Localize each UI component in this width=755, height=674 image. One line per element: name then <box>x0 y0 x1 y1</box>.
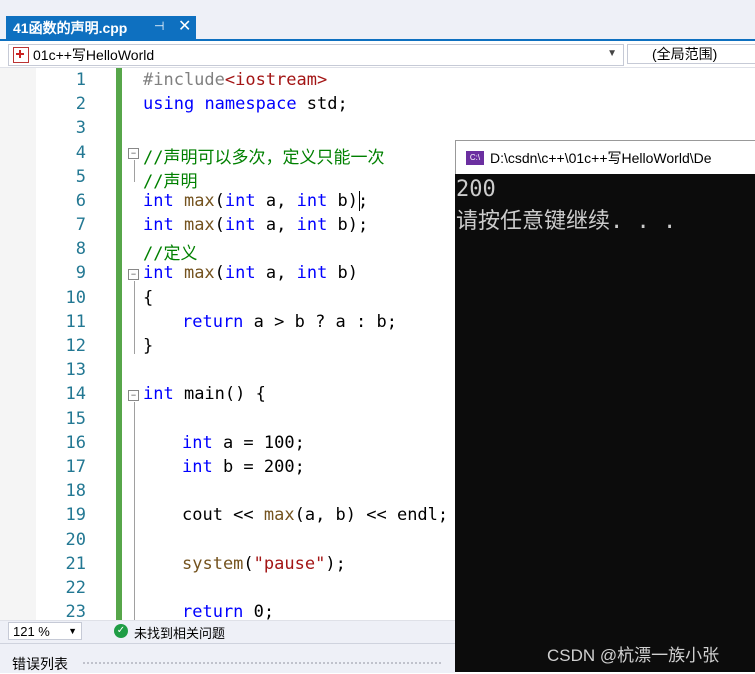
line-number: 8 <box>75 239 86 259</box>
code-line-23: return 0; <box>182 602 275 620</box>
issues-status[interactable]: 未找到相关问题 <box>134 623 225 642</box>
line-number: 3 <box>75 118 86 138</box>
code-line-1: #include<iostream> <box>143 70 328 90</box>
watermark: CSDN @杭漂一族小张 <box>547 646 720 665</box>
line-number: 18 <box>65 481 86 501</box>
pin-icon[interactable]: ⊣ <box>154 19 164 33</box>
chevron-down-icon[interactable]: ▼ <box>607 48 617 59</box>
line-number: 20 <box>65 530 86 550</box>
line-number: 21 <box>65 554 86 574</box>
line-number: 11 <box>65 312 86 332</box>
tab-title: 41函数的声明.cpp <box>13 19 128 36</box>
line-number: 19 <box>65 505 86 525</box>
console-title-bar[interactable]: C:\ D:\csdn\c++\01c++写HelloWorld\De <box>455 140 755 174</box>
collapse-icon[interactable]: − <box>128 269 139 280</box>
line-number: 6 <box>75 191 86 211</box>
error-list-title[interactable]: 错误列表 <box>12 654 68 674</box>
line-number: 13 <box>65 360 86 380</box>
checkmark-icon: ✓ <box>114 624 128 638</box>
line-number: 5 <box>75 167 86 187</box>
document-tab[interactable]: 41函数的声明.cpp ⊣ ✕ <box>6 16 196 39</box>
console-app-icon: C:\ <box>466 150 484 165</box>
code-line-14: int main() { <box>143 384 266 404</box>
code-line-10: { <box>143 288 154 308</box>
scope-dropdown[interactable]: (全局范围) <box>627 44 755 64</box>
console-output-line: 200 <box>456 177 496 202</box>
code-line-12: } <box>143 336 154 356</box>
line-number: 9 <box>75 263 86 283</box>
cpp-project-icon <box>13 47 29 63</box>
line-number: 17 <box>65 457 86 477</box>
document-tab-strip: 41函数的声明.cpp ⊣ ✕ <box>0 0 755 41</box>
code-line-16: int a = 100; <box>182 433 305 453</box>
project-dropdown[interactable]: 01c++写HelloWorld ▼ <box>8 44 624 66</box>
project-name: 01c++写HelloWorld <box>33 47 155 63</box>
chevron-down-icon[interactable]: ▼ <box>68 626 77 636</box>
line-number: 10 <box>65 288 86 308</box>
line-number: 4 <box>75 143 86 163</box>
line-number: 22 <box>65 578 86 598</box>
line-number: 15 <box>65 409 86 429</box>
line-number: 12 <box>65 336 86 356</box>
glyph-margin <box>0 68 36 620</box>
console-window[interactable]: C:\ D:\csdn\c++\01c++写HelloWorld\De 200 … <box>455 140 755 672</box>
zoom-level: 121 % <box>13 623 50 639</box>
code-line-8: //定义 <box>143 244 198 264</box>
line-number: 2 <box>75 94 86 114</box>
code-line-4: //声明可以多次，定义只能一次 <box>143 148 385 168</box>
code-line-9: int max(int a, int b) <box>143 263 359 283</box>
navigation-bar: 01c++写HelloWorld ▼ (全局范围) <box>0 41 755 68</box>
code-line-5: //声明 <box>143 172 198 192</box>
collapse-icon[interactable]: − <box>128 390 139 401</box>
editor-status-bar: 121 % ▼ ✓ 未找到相关问题 <box>0 620 455 643</box>
line-number: 16 <box>65 433 86 453</box>
code-line-17: int b = 200; <box>182 457 305 477</box>
panel-grip[interactable] <box>82 661 442 666</box>
console-title: D:\csdn\c++\01c++写HelloWorld\De <box>490 149 712 166</box>
console-output-line: 请按任意键继续. . . <box>456 209 677 234</box>
outline-guide <box>134 160 135 182</box>
code-line-2: using namespace std; <box>143 94 348 114</box>
error-list-panel: 错误列表 <box>0 643 455 673</box>
collapse-icon[interactable]: − <box>128 148 139 159</box>
zoom-dropdown[interactable]: 121 % ▼ <box>8 622 82 640</box>
code-line-11: return a > b ? a : b; <box>182 312 397 332</box>
change-tracking-bar <box>116 68 122 620</box>
code-line-7: int max(int a, int b); <box>143 215 369 235</box>
scope-label: (全局范围) <box>652 46 718 62</box>
line-number: 23 <box>65 602 86 620</box>
code-line-21: system("pause"); <box>182 554 346 574</box>
code-line-19: cout << max(a, b) << endl; <box>182 505 449 525</box>
line-number: 1 <box>75 70 86 90</box>
code-line-6: int max(int a, int b); <box>143 191 369 211</box>
outline-guide <box>134 402 135 620</box>
text-caret <box>359 191 360 211</box>
line-number: 7 <box>75 215 86 235</box>
close-icon[interactable]: ✕ <box>178 17 191 37</box>
outline-guide <box>134 281 135 354</box>
line-number: 14 <box>65 384 86 404</box>
